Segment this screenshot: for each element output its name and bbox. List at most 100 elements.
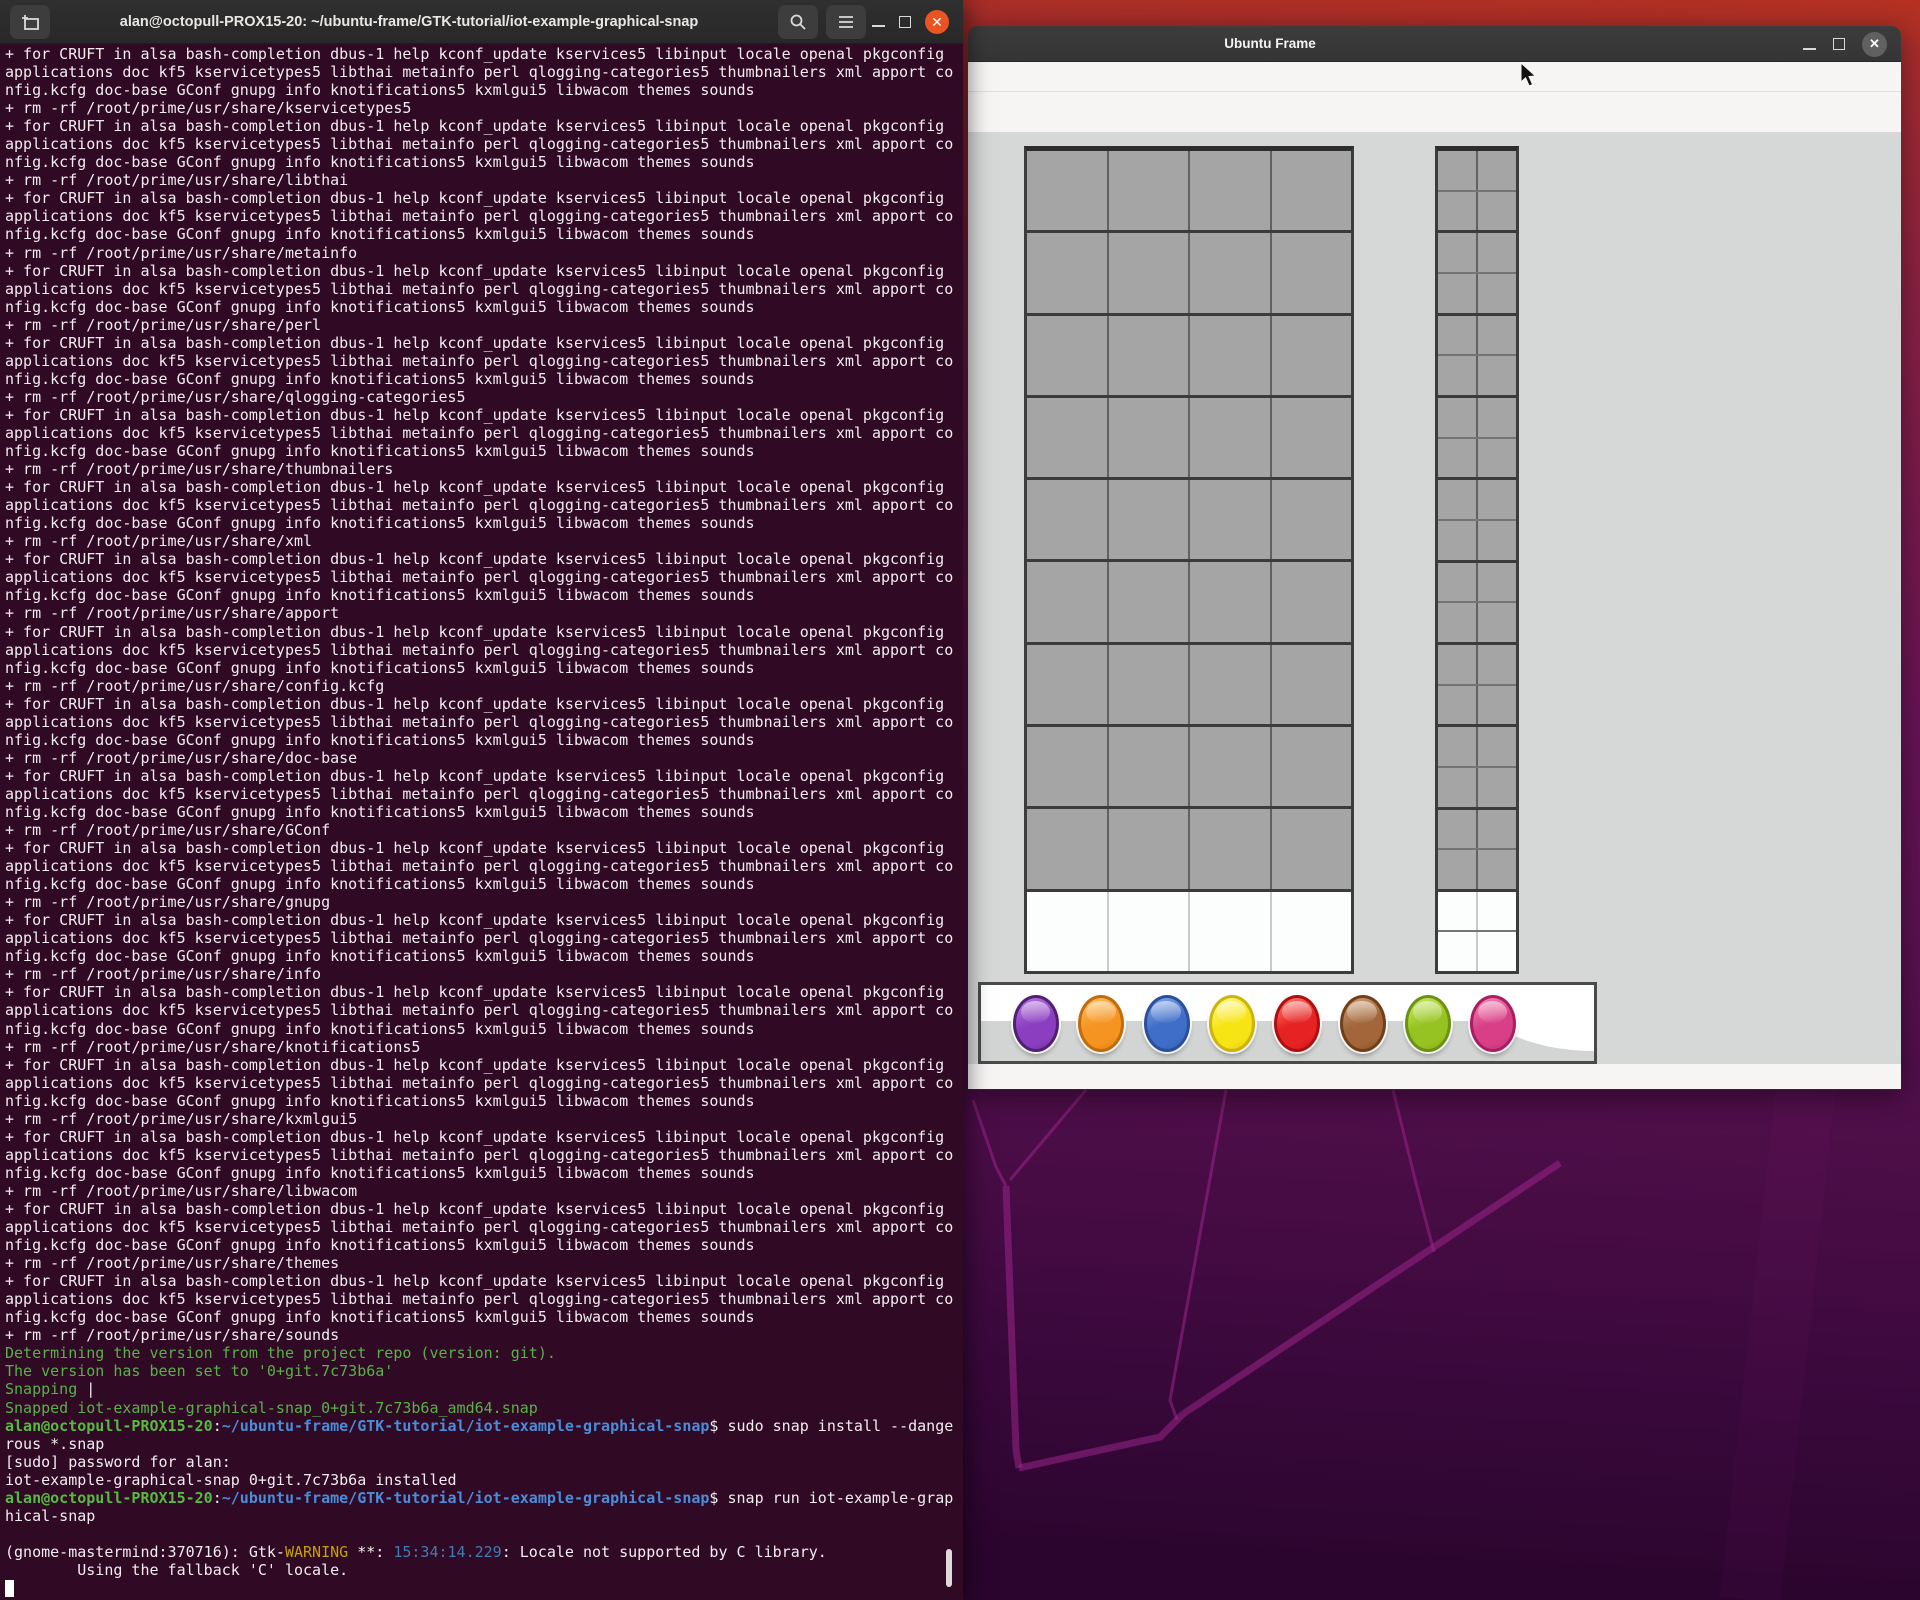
terminal-window-controls: ✕ xyxy=(872,10,949,34)
terminal-line: + for CRUFT in alsa bash-completion dbus… xyxy=(5,1272,963,1290)
terminal-block-cursor xyxy=(5,1580,14,1597)
board-cell xyxy=(1438,439,1478,478)
new-tab-button[interactable] xyxy=(10,5,50,39)
board-cell xyxy=(1438,686,1478,725)
terminal-line: + for CRUFT in alsa bash-completion dbus… xyxy=(5,695,963,713)
board-row-active xyxy=(1438,892,1516,933)
guess-cell-empty[interactable] xyxy=(1109,892,1191,971)
terminal-line: applications doc kf5 kservicetypes5 libt… xyxy=(5,641,963,659)
board-cell xyxy=(1109,398,1191,477)
board-cell xyxy=(1438,768,1478,807)
peg-orange[interactable] xyxy=(1078,995,1124,1052)
board-cell xyxy=(1438,151,1478,190)
terminal-scrollbar[interactable] xyxy=(946,1549,952,1587)
board-row xyxy=(1438,274,1516,316)
board-cell xyxy=(1438,810,1478,849)
terminal-line: applications doc kf5 kservicetypes5 libt… xyxy=(5,1074,963,1092)
peg-blue[interactable] xyxy=(1144,995,1190,1052)
peg-green[interactable] xyxy=(1405,995,1451,1052)
board-row xyxy=(1438,233,1516,274)
minimize-icon[interactable] xyxy=(1803,48,1816,50)
terminal-line: + rm -rf /root/prime/usr/share/doc-base xyxy=(5,749,963,767)
terminal-titlebar[interactable]: alan@octopull-PROX15-20: ~/ubuntu-frame/… xyxy=(0,0,963,44)
board-cell xyxy=(1478,356,1516,395)
terminal-line: + rm -rf /root/prime/usr/share/knotifica… xyxy=(5,1038,963,1056)
minimize-icon[interactable] xyxy=(872,25,885,27)
maximize-icon[interactable] xyxy=(899,16,911,28)
terminal-line: Snapped iot-example-graphical-snap_0+git… xyxy=(5,1399,963,1417)
board-cell xyxy=(1109,645,1191,724)
board-cell xyxy=(1027,151,1109,230)
terminal-line: + for CRUFT in alsa bash-completion dbus… xyxy=(5,550,963,568)
terminal-line: applications doc kf5 kservicetypes5 libt… xyxy=(5,280,963,298)
terminal-line: + rm -rf /root/prime/usr/share/qlogging-… xyxy=(5,388,963,406)
terminal-line: applications doc kf5 kservicetypes5 libt… xyxy=(5,568,963,586)
menu-icon xyxy=(838,15,854,29)
guess-cell-empty[interactable] xyxy=(1027,892,1109,971)
guess-cell-empty[interactable] xyxy=(1438,932,1478,971)
close-icon[interactable]: ✕ xyxy=(925,10,949,34)
board-row xyxy=(1027,151,1351,233)
terminal-line: nfig.kcfg doc-base GConf gnupg info knot… xyxy=(5,803,963,821)
board-cell xyxy=(1438,645,1478,684)
frame-window-title: Ubuntu Frame xyxy=(1224,26,1316,62)
peg-red[interactable] xyxy=(1274,995,1320,1052)
board-cell xyxy=(1478,316,1516,355)
mouse-cursor-icon xyxy=(1520,62,1542,95)
guess-cell-empty[interactable] xyxy=(1190,892,1272,971)
board-cell xyxy=(1027,562,1109,641)
board-row xyxy=(1438,727,1516,768)
board-cell xyxy=(1438,316,1478,355)
close-icon[interactable]: ✕ xyxy=(1862,32,1887,57)
board-cell xyxy=(1478,233,1516,272)
terminal-line: + for CRUFT in alsa bash-completion dbus… xyxy=(5,406,963,424)
terminal-line: Snapping | xyxy=(5,1380,963,1398)
board-cell xyxy=(1272,151,1352,230)
peg-yellow[interactable] xyxy=(1209,995,1255,1052)
board-row xyxy=(1027,727,1351,809)
board-cell xyxy=(1478,645,1516,684)
board-row-active xyxy=(1027,892,1351,971)
peg-brown[interactable] xyxy=(1340,995,1386,1052)
terminal-line: + rm -rf /root/prime/usr/share/libthai xyxy=(5,171,963,189)
board-cell xyxy=(1478,192,1516,231)
search-button[interactable] xyxy=(778,5,818,39)
board-cell xyxy=(1109,727,1191,806)
terminal-line: applications doc kf5 kservicetypes5 libt… xyxy=(5,352,963,370)
terminal-line: applications doc kf5 kservicetypes5 libt… xyxy=(5,1218,963,1236)
board-cell xyxy=(1438,274,1478,313)
terminal-line: + for CRUFT in alsa bash-completion dbus… xyxy=(5,839,963,857)
board-cell xyxy=(1438,398,1478,437)
board-cell xyxy=(1438,563,1478,602)
board-row xyxy=(1027,233,1351,315)
board-cell xyxy=(1478,439,1516,478)
peg-purple[interactable] xyxy=(1013,995,1059,1052)
board-row xyxy=(1027,562,1351,644)
peg-pink[interactable] xyxy=(1470,995,1516,1052)
terminal-line: nfig.kcfg doc-base GConf gnupg info knot… xyxy=(5,225,963,243)
terminal-line: nfig.kcfg doc-base GConf gnupg info knot… xyxy=(5,153,963,171)
menu-button[interactable] xyxy=(826,5,866,39)
frame-titlebar[interactable]: Ubuntu Frame ✕ xyxy=(968,26,1901,62)
terminal-line: + for CRUFT in alsa bash-completion dbus… xyxy=(5,767,963,785)
terminal-line: nfig.kcfg doc-base GConf gnupg info knot… xyxy=(5,514,963,532)
terminal-line: + rm -rf /root/prime/usr/share/sounds xyxy=(5,1326,963,1344)
guess-cell-empty[interactable] xyxy=(1478,892,1516,931)
board-row xyxy=(1438,316,1516,357)
board-row xyxy=(1438,356,1516,398)
terminal-line: nfig.kcfg doc-base GConf gnupg info knot… xyxy=(5,1020,963,1038)
board-cell xyxy=(1438,233,1478,272)
board-row xyxy=(1438,192,1516,234)
guess-cell-empty[interactable] xyxy=(1478,932,1516,971)
terminal-line: + for CRUFT in alsa bash-completion dbus… xyxy=(5,189,963,207)
board-cell xyxy=(1478,727,1516,766)
board-cell xyxy=(1190,233,1272,312)
board-row xyxy=(1027,398,1351,480)
terminal-line: applications doc kf5 kservicetypes5 libt… xyxy=(5,496,963,514)
terminal-line: alan@octopull-PROX15-20:~/ubuntu-frame/G… xyxy=(5,1417,963,1435)
board-row xyxy=(1027,316,1351,398)
content-divider xyxy=(968,91,1901,92)
guess-cell-empty[interactable] xyxy=(1272,892,1352,971)
maximize-icon[interactable] xyxy=(1833,38,1845,50)
guess-cell-empty[interactable] xyxy=(1438,892,1478,931)
